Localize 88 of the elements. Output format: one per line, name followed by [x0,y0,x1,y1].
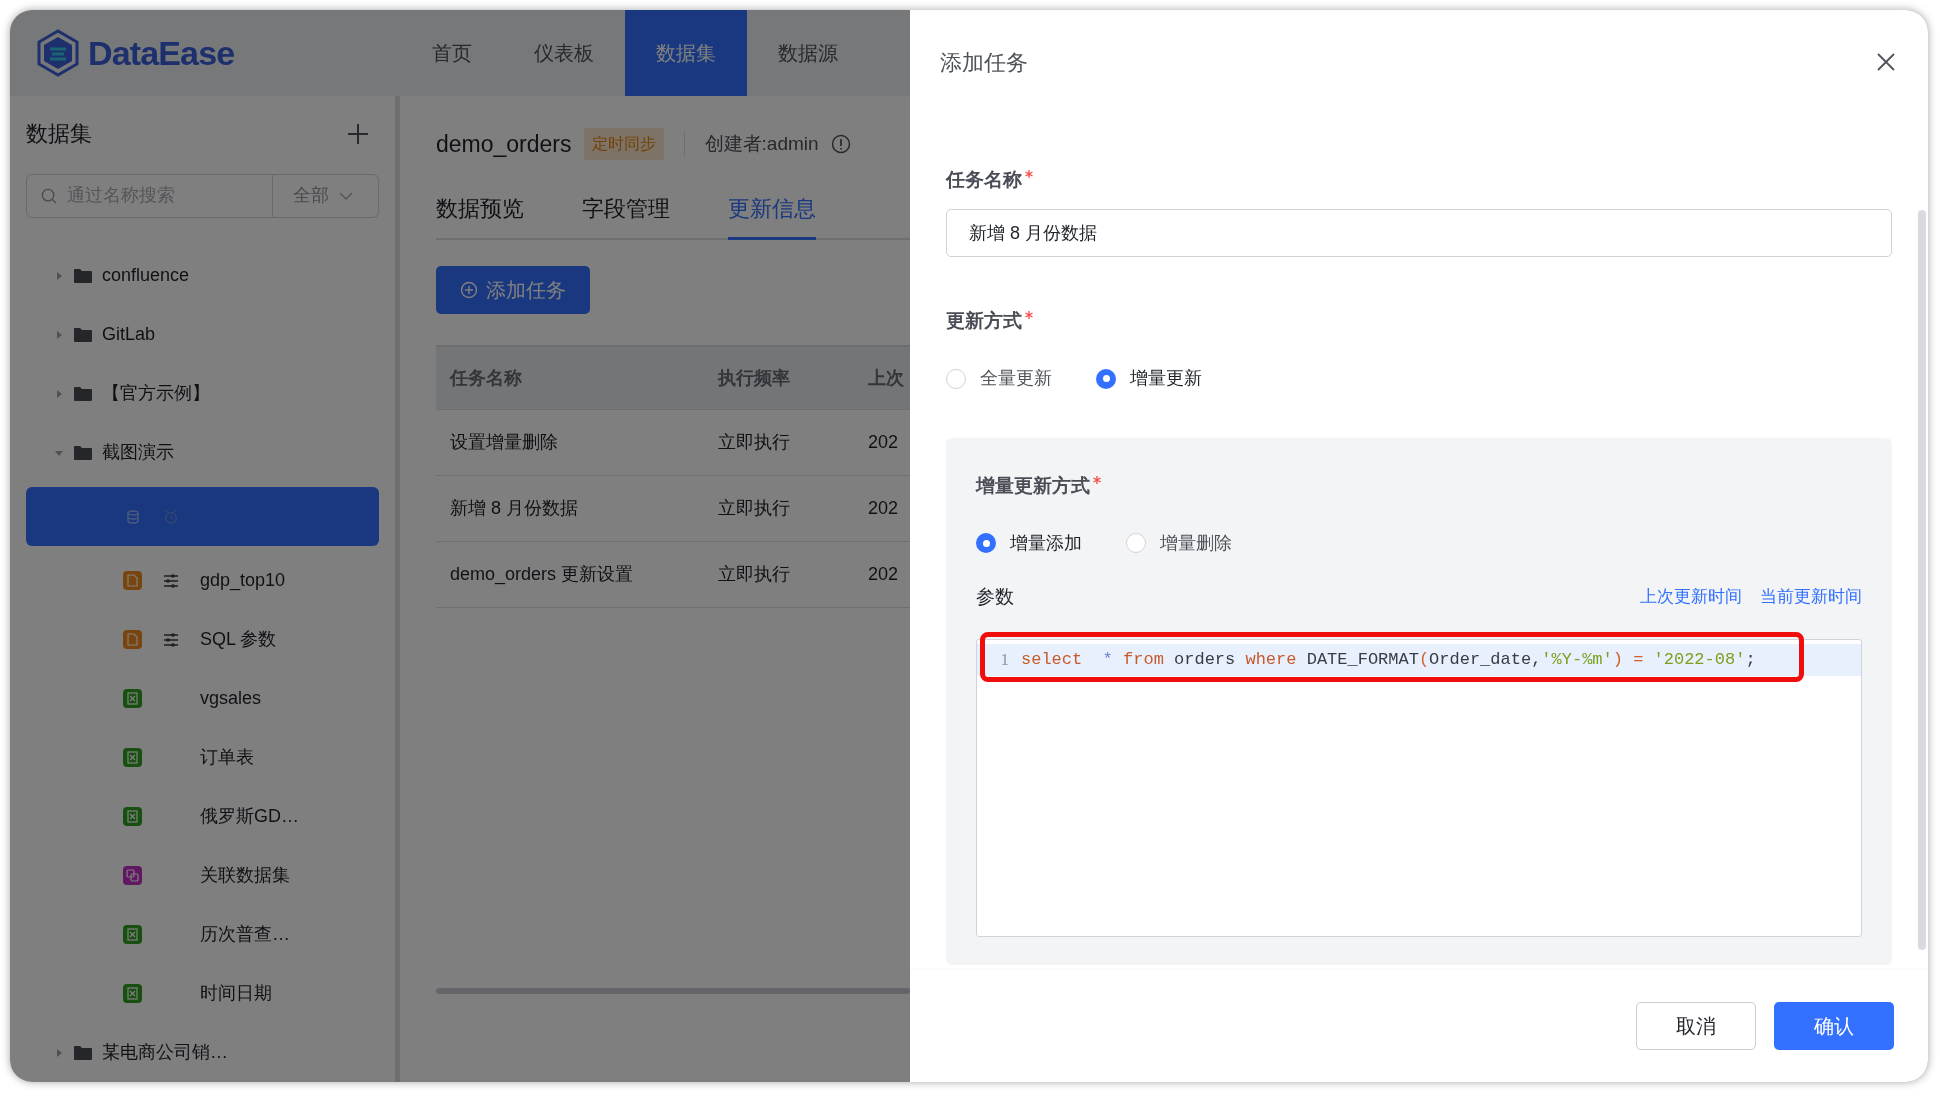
tree-item[interactable]: SQL 参数 [26,610,379,669]
spreadsheet-icon [123,689,142,708]
creator-text: 创建者:admin [704,131,819,156]
tree-item[interactable]: confluence [26,246,379,305]
confirm-button[interactable]: 确认 [1774,1002,1894,1050]
nav-tab[interactable]: 首页 [401,10,503,96]
nav-tab[interactable]: 数据集 [625,10,747,96]
vertical-scrollbar[interactable] [1918,210,1926,950]
file-icon [123,571,142,590]
spreadsheet-icon [123,807,142,826]
chevron-down-icon [339,191,353,200]
caret-icon[interactable] [54,388,64,399]
nav-tab[interactable]: 数据源 [747,10,869,96]
field-label: 增量更新方式 [976,474,1090,498]
info-icon[interactable] [830,134,851,154]
column-header: 执行频率 [718,367,790,388]
tree-item[interactable]: vgsales [26,669,379,728]
caret-icon[interactable] [54,1047,64,1058]
code-line: select * from orders where DATE_FORMAT(Order_date,'%Y-%m') = '2022-08'; [1021,649,1756,672]
sliders-icon [163,573,179,588]
column-header: 上次 [868,367,904,388]
radio-label[interactable]: 增量添加 [1010,529,1082,557]
spreadsheet-icon [123,925,142,944]
close-icon[interactable] [1876,52,1896,72]
tree-item[interactable]: 截图演示 [26,423,379,482]
folder-icon [74,386,92,401]
table-cell: 202 [868,498,899,518]
add-task-button[interactable]: 添加任务 [436,266,590,314]
radio-button[interactable] [1096,368,1116,389]
drawer-title: 添加任务 [940,48,1028,77]
radio-label[interactable]: 全量更新 [980,365,1052,392]
cancel-button[interactable]: 取消 [1636,1002,1756,1050]
tree-item[interactable]: 某电商公司销… [26,1023,379,1082]
link-icon [123,866,142,885]
caret-icon[interactable] [54,270,64,281]
radio-label[interactable]: 增量删除 [1160,529,1232,557]
database-icon [125,509,140,524]
line-number: 1 [999,649,1010,672]
tree-item[interactable]: 【官方示例】 [26,364,379,423]
code-editor[interactable]: 1 select * from orders where DATE_FORMAT(Order_date,'%Y-%m') = '2022-08'; [976,639,1862,937]
horizontal-scrollbar[interactable] [436,988,910,994]
logo-text: DataEase [88,32,235,74]
tab[interactable]: 更新信息 [728,192,816,240]
tree-item[interactable]: GitLab [26,305,379,364]
tree-item[interactable]: 订单表 [26,728,379,787]
table-cell: demo_orders 更新设置 [450,564,634,584]
insert-link[interactable]: 当前更新时间 [1760,584,1862,610]
tree-item[interactable]: 俄罗斯GD… [26,787,379,846]
tree-item[interactable]: 关联数据集 [26,846,379,905]
table-cell: 设置增量删除 [450,432,558,452]
nav-tab[interactable]: 仪表板 [503,10,625,96]
field-label: 任务名称 [946,168,1022,192]
table-cell: 新增 8 月份数据 [450,498,578,518]
search-icon [41,186,57,205]
file-icon [123,630,142,649]
spreadsheet-icon [123,748,142,767]
status-tag: 定时同步 [583,128,664,160]
dataset-title: demo_orders [436,129,572,159]
folder-icon [74,445,92,460]
table-cell: 202 [868,432,899,452]
logo-icon [36,29,80,77]
radio-label[interactable]: 增量更新 [1130,365,1202,392]
plus-circle-icon [460,281,478,299]
radio-button[interactable] [976,533,996,553]
table-cell: 立即执行 [718,564,790,584]
task-name-input[interactable]: 新增 8 月份数据 [946,208,1892,257]
folder-icon [74,1045,92,1060]
params-label: 参数 [976,584,1014,609]
radio-button[interactable] [1126,533,1146,553]
column-header: 任务名称 [450,367,522,388]
sidebar-title: 数据集 [26,120,92,149]
field-label: 更新方式 [946,308,1022,333]
add-icon[interactable] [347,122,369,145]
folder-icon [74,268,92,283]
folder-icon [74,327,92,342]
tree-item[interactable]: 时间日期 [26,964,379,1023]
caret-icon[interactable] [54,329,64,340]
spreadsheet-icon [123,984,142,1003]
tree-item[interactable]: gdp_top10 [26,551,379,610]
insert-link[interactable]: 上次更新时间 [1640,584,1742,610]
sliders-icon [163,632,179,647]
tab[interactable]: 字段管理 [582,192,670,240]
tab[interactable]: 数据预览 [436,192,524,240]
table-cell: 立即执行 [718,498,790,518]
tree-item[interactable]: 历次普查… [26,905,379,964]
table-cell: 立即执行 [718,432,790,452]
table-cell: 202 [868,564,899,584]
radio-button[interactable] [946,368,966,389]
